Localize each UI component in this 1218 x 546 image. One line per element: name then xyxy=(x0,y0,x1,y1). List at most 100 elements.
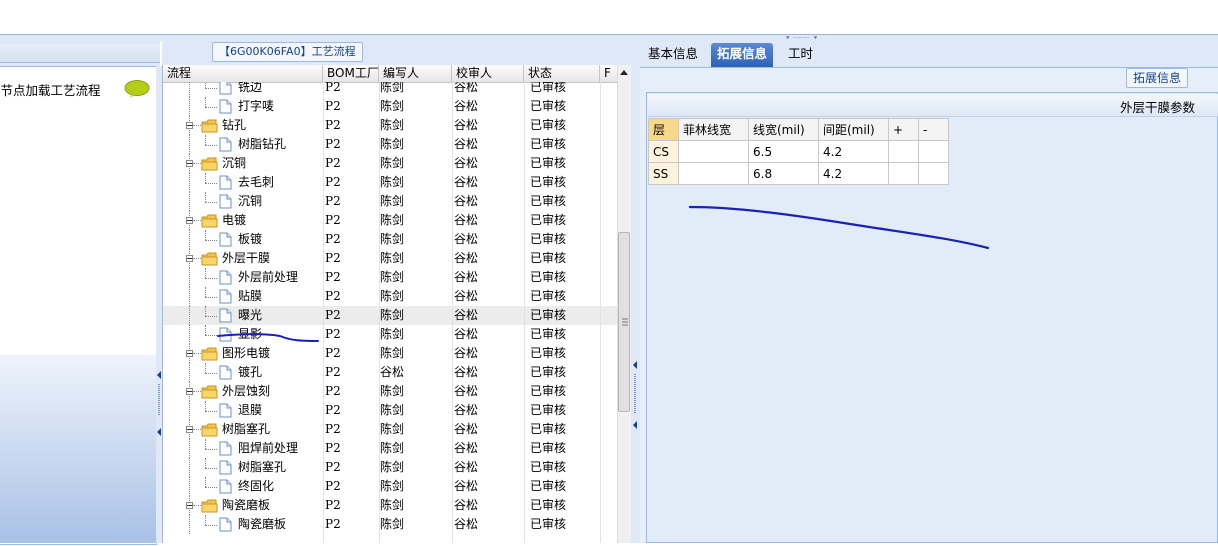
tree-row[interactable]: 贴膜 P2 陈剑 谷松 已审核 xyxy=(163,287,618,306)
tree-guide-line xyxy=(189,268,190,287)
tree-row[interactable]: 钻孔 P2 陈剑 谷松 已审核 xyxy=(163,116,618,135)
cell-bom-factory: P2 xyxy=(325,308,341,322)
cell-spacing[interactable]: 4.2 xyxy=(818,162,889,185)
cell-process-name: 外层前处理 xyxy=(238,270,299,284)
tree-guide-line xyxy=(193,505,201,506)
tree-row[interactable]: 去毛刺 P2 陈剑 谷松 已审核 xyxy=(163,173,618,192)
tree-row[interactable]: 板镀 P2 陈剑 谷松 已审核 xyxy=(163,230,618,249)
tree-guide-line xyxy=(205,202,217,203)
cell-plus[interactable] xyxy=(888,162,919,185)
cell-minus[interactable] xyxy=(918,140,949,163)
tree-row[interactable]: 外层前处理 P2 陈剑 谷松 已审核 xyxy=(163,268,618,287)
collapse-node-icon[interactable] xyxy=(186,426,193,433)
tree-row[interactable]: 外层蚀刻 P2 陈剑 谷松 已审核 xyxy=(163,382,618,401)
header-reviewer[interactable]: 校审人 xyxy=(452,65,524,82)
column-divider xyxy=(379,82,380,543)
cell-bom-factory: P2 xyxy=(325,346,341,360)
cell-process-name: 镀孔 xyxy=(238,365,263,379)
folder-icon xyxy=(201,499,218,513)
cell-status: 已审核 xyxy=(530,384,567,398)
tree-row[interactable]: 铣边 P2 陈剑 谷松 已审核 xyxy=(163,82,618,97)
add-column-button[interactable]: + xyxy=(888,118,919,141)
tab-basic-info[interactable]: 基本信息 xyxy=(642,43,704,67)
cell-reviewer: 谷松 xyxy=(454,498,479,512)
tree-guide-line xyxy=(205,306,206,316)
cell-author: 陈剑 xyxy=(380,517,405,531)
cell-film-line-width[interactable] xyxy=(678,140,749,163)
collapse-node-icon[interactable] xyxy=(186,217,193,224)
scroll-thumb[interactable] xyxy=(618,232,630,412)
cell-layer[interactable]: CS xyxy=(648,140,679,163)
tree-row[interactable]: 曝光 P2 陈剑 谷松 已审核 xyxy=(163,306,618,325)
param-table-row[interactable]: CS 6.5 4.2 xyxy=(648,140,949,163)
tree-row[interactable]: 显影 P2 陈剑 谷松 已审核 xyxy=(163,325,618,344)
cell-plus[interactable] xyxy=(888,140,919,163)
tab-extended-info[interactable]: 拓展信息 xyxy=(711,43,774,67)
header-status[interactable]: 状态 xyxy=(524,65,600,82)
tree-panel-title[interactable]: 【6G00K06FA0】工艺流程 xyxy=(212,42,363,62)
tree-guide-line xyxy=(189,325,190,344)
tree-row[interactable]: 终固化 P2 陈剑 谷松 已审核 xyxy=(163,477,618,496)
collapse-node-icon[interactable] xyxy=(186,350,193,357)
tree-guide-line xyxy=(189,458,190,477)
tree-guide-line xyxy=(205,411,217,412)
header-process[interactable]: 流程 xyxy=(163,65,323,82)
cell-process-name: 显影 xyxy=(238,327,263,341)
left-panel-header xyxy=(0,44,160,63)
cell-layer[interactable]: SS xyxy=(648,162,679,185)
cell-spacing[interactable]: 4.2 xyxy=(818,140,889,163)
cell-status: 已审核 xyxy=(530,308,567,322)
tree-guide-line xyxy=(189,515,190,534)
tree-row[interactable]: 树脂塞孔 P2 陈剑 谷松 已审核 xyxy=(163,458,618,477)
tree-row[interactable]: 图形电镀 P2 陈剑 谷松 已审核 xyxy=(163,344,618,363)
tree-row[interactable]: 树脂钻孔 P2 陈剑 谷松 已审核 xyxy=(163,135,618,154)
header-bom-factory[interactable]: BOM工厂 xyxy=(323,65,379,82)
tree-row[interactable]: 树脂塞孔 P2 陈剑 谷松 已审核 xyxy=(163,420,618,439)
cell-minus[interactable] xyxy=(918,162,949,185)
cell-author: 陈剑 xyxy=(380,327,405,341)
collapse-node-icon[interactable] xyxy=(186,160,193,167)
collapse-arrow-icon[interactable] xyxy=(631,41,640,543)
remove-column-button[interactable]: - xyxy=(918,118,949,141)
tree-guide-line xyxy=(189,135,190,154)
tree-guide-line xyxy=(205,439,206,449)
cell-line-width[interactable]: 6.5 xyxy=(748,140,819,163)
tree-guide-line xyxy=(193,429,201,430)
cell-line-width[interactable]: 6.8 xyxy=(748,162,819,185)
cell-status: 已审核 xyxy=(530,289,567,303)
collapse-node-icon[interactable] xyxy=(186,255,193,262)
tree-row[interactable]: 陶瓷磨板 P2 陈剑 谷松 已审核 xyxy=(163,515,618,534)
collapse-node-icon[interactable] xyxy=(186,388,193,395)
cell-bom-factory: P2 xyxy=(325,460,341,474)
header-author[interactable]: 编写人 xyxy=(379,65,452,82)
tree-row[interactable]: 沉铜 P2 陈剑 谷松 已审核 xyxy=(163,154,618,173)
tree-guide-line xyxy=(193,258,201,259)
tree-row[interactable]: 沉铜 P2 陈剑 谷松 已审核 xyxy=(163,192,618,211)
collapse-node-icon[interactable] xyxy=(186,122,193,129)
tree-row[interactable]: 退膜 P2 陈剑 谷松 已审核 xyxy=(163,401,618,420)
cell-status: 已审核 xyxy=(530,156,567,170)
extended-info-section-tab[interactable]: 拓展信息 xyxy=(1126,68,1189,88)
cell-film-line-width[interactable] xyxy=(678,162,749,185)
cell-status: 已审核 xyxy=(530,118,567,132)
tree-guide-line xyxy=(205,477,206,487)
tab-work-hours[interactable]: 工时 xyxy=(782,43,819,67)
tree-row[interactable]: 镀孔 P2 谷松 谷松 已审核 xyxy=(163,363,618,382)
tree-guide-line xyxy=(205,525,217,526)
tree-row[interactable]: 电镀 P2 陈剑 谷松 已审核 xyxy=(163,211,618,230)
cell-author: 陈剑 xyxy=(380,479,405,493)
scroll-up-arrow-icon[interactable] xyxy=(617,65,631,81)
collapse-node-icon[interactable] xyxy=(186,502,193,509)
cell-process-name: 树脂塞孔 xyxy=(238,460,287,474)
speech-bubble-icon[interactable] xyxy=(124,80,150,98)
cell-reviewer: 谷松 xyxy=(454,118,479,132)
middle-splitter[interactable] xyxy=(631,41,640,543)
cell-author: 谷松 xyxy=(380,365,405,379)
tree-row[interactable]: 打字唛 P2 陈剑 谷松 已审核 xyxy=(163,97,618,116)
tree-row[interactable]: 陶瓷磨板 P2 陈剑 谷松 已审核 xyxy=(163,496,618,515)
param-table-row[interactable]: SS 6.8 4.2 xyxy=(648,162,949,185)
tree-row[interactable]: 阻焊前处理 P2 陈剑 谷松 已审核 xyxy=(163,439,618,458)
process-tree-grid: 流程 BOM工厂 编写人 校审人 状态 F 铣边 P2 陈剑 谷松 已审核 打字唛 P2 陈剑 谷松 已审核… xyxy=(162,65,631,543)
cell-status: 已审核 xyxy=(530,175,567,189)
tree-row[interactable]: 外层干膜 P2 陈剑 谷松 已审核 xyxy=(163,249,618,268)
